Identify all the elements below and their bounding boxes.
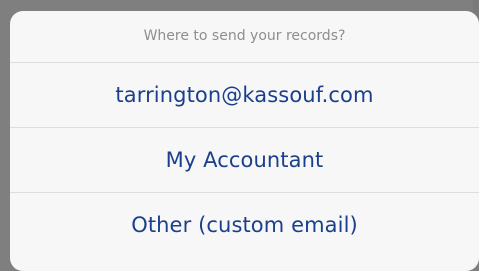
option-other-custom-email[interactable]: Other (custom email)	[10, 193, 479, 257]
option-my-accountant[interactable]: My Accountant	[10, 128, 479, 193]
send-records-action-sheet: Where to send your records? tarrington@k…	[10, 11, 479, 271]
option-email-tarrington[interactable]: tarrington@kassouf.com	[10, 63, 479, 128]
action-sheet-title: Where to send your records?	[10, 11, 479, 63]
